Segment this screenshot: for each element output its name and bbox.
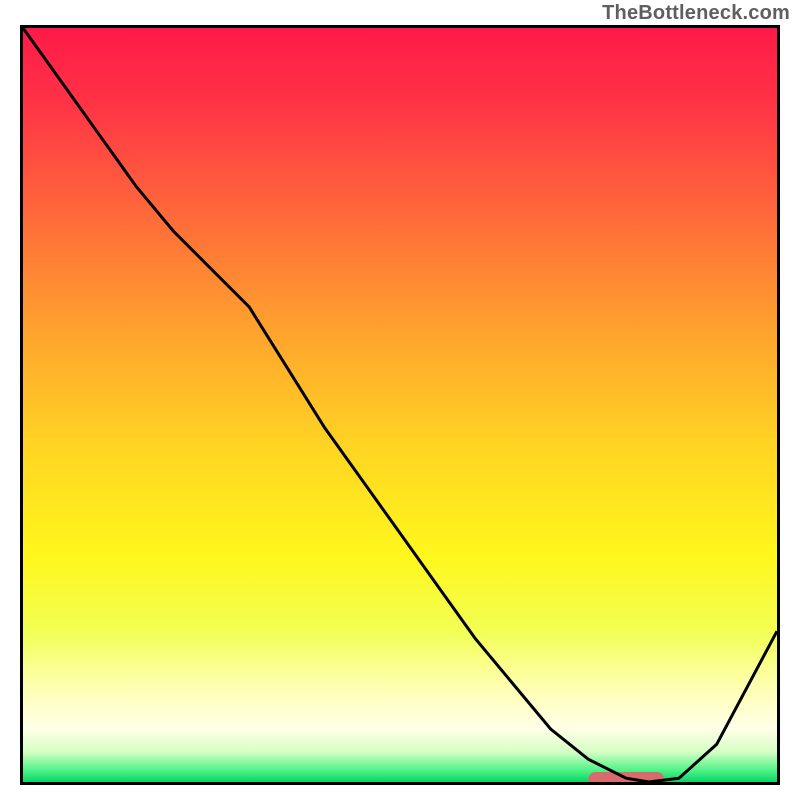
watermark-text: TheBottleneck.com bbox=[602, 2, 790, 25]
plot-area bbox=[20, 25, 780, 785]
gradient-background bbox=[23, 28, 777, 782]
chart-svg bbox=[23, 28, 777, 782]
chart-container: TheBottleneck.com bbox=[0, 0, 800, 800]
